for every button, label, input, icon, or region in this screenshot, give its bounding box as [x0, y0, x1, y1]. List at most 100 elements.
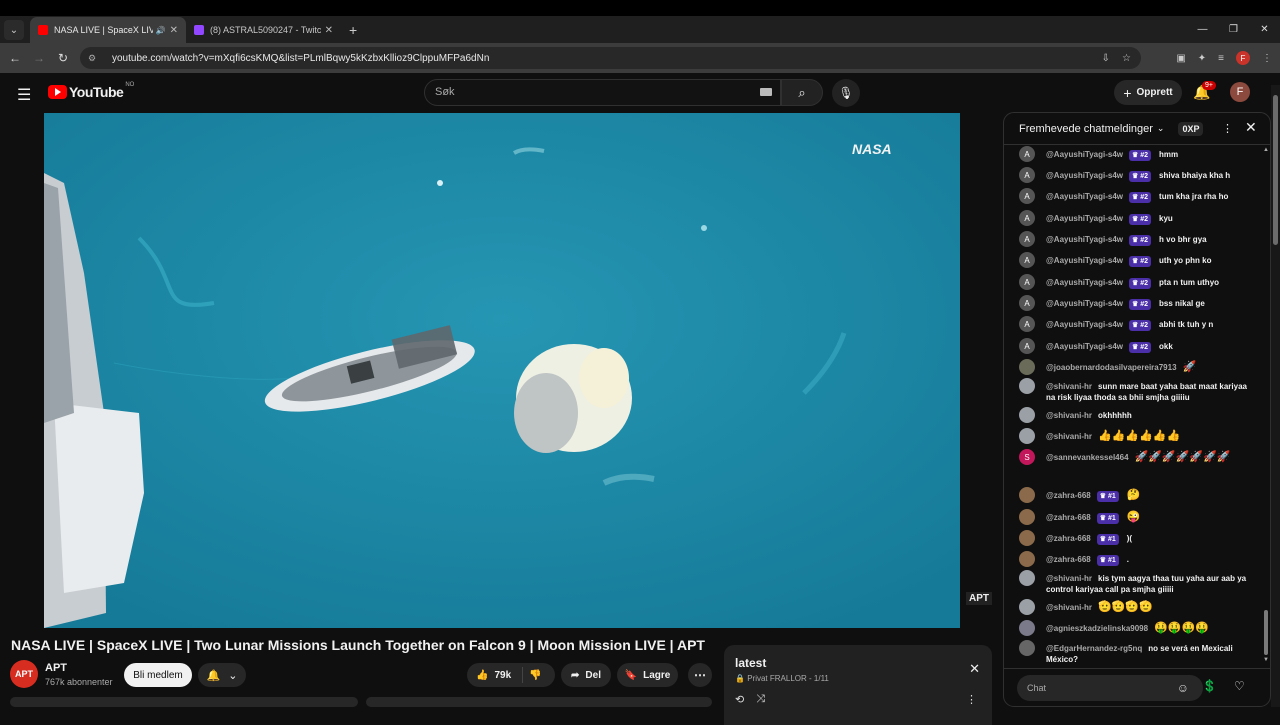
chat-username[interactable]: @shivani-hr [1046, 382, 1092, 391]
video-player[interactable] [44, 113, 960, 628]
chat-message[interactable]: A @AayushiTyagi-s4w ♛ #2 tum kha jra rha ho [1019, 188, 1255, 204]
chat-username[interactable]: @AayushiTyagi-s4w [1046, 192, 1123, 201]
user-avatar[interactable] [1019, 620, 1035, 636]
user-avatar[interactable] [1019, 487, 1035, 503]
page-scrollbar[interactable] [1271, 85, 1280, 707]
description-box[interactable] [10, 697, 358, 707]
media-control-icon[interactable]: ≡ [1218, 53, 1224, 64]
super-chat-icon[interactable]: 💲 [1202, 679, 1217, 693]
user-avatar[interactable]: A [1019, 188, 1035, 204]
user-avatar[interactable]: A [1019, 295, 1035, 311]
close-tab-icon[interactable]: ✕ [170, 25, 178, 36]
notification-settings-button[interactable]: 🔔 ⌄ [198, 663, 246, 687]
xp-badge[interactable]: 0XP [1178, 121, 1204, 136]
save-button[interactable]: 🔖 Lagre [617, 663, 678, 687]
emoji-icon[interactable]: ☺ [1177, 681, 1189, 695]
user-avatar[interactable] [1019, 570, 1035, 586]
chat-username[interactable]: @AayushiTyagi-s4w [1046, 299, 1123, 308]
user-avatar[interactable]: A [1019, 210, 1035, 226]
chat-message[interactable]: A @AayushiTyagi-s4w ♛ #2 okk [1019, 338, 1255, 354]
voice-search-button[interactable]: 🎙 [832, 79, 860, 107]
share-button[interactable]: ➦ Del [561, 663, 611, 687]
forward-button[interactable]: → [27, 51, 51, 65]
user-avatar[interactable]: A [1019, 231, 1035, 247]
create-button[interactable]: + Opprett [1114, 80, 1182, 105]
heart-icon[interactable]: ♡ [1234, 679, 1245, 693]
account-avatar[interactable]: F [1230, 82, 1250, 102]
chat-username[interactable]: @shivani-hr [1046, 432, 1092, 441]
user-avatar[interactable]: A [1019, 274, 1035, 290]
chat-message[interactable]: @shivani-hr okhhhhh [1019, 407, 1255, 423]
chat-username[interactable]: @shivani-hr [1046, 411, 1092, 420]
chat-username[interactable]: @sannevankessel464 [1046, 453, 1129, 462]
tab-search-button[interactable]: ⌄ [4, 20, 24, 40]
extension-icon[interactable]: ▣ [1176, 53, 1185, 64]
chat-message[interactable]: A @AayushiTyagi-s4w ♛ #2 hmm [1019, 146, 1255, 162]
chat-menu-icon[interactable]: ⋮ [1222, 122, 1233, 135]
chat-message[interactable]: A @AayushiTyagi-s4w ♛ #2 shiva bhaiya kha h [1019, 167, 1255, 183]
search-input[interactable]: Søk [424, 79, 781, 106]
chat-message[interactable]: @shivani-hr kis tym aagya thaa tuu yaha a… [1019, 570, 1255, 595]
chevron-down-icon[interactable]: ⌄ [1157, 123, 1165, 134]
url-bar[interactable]: ⚙ youtube.com/watch?v=mXqfi6csKMQ&list=P… [80, 47, 1141, 69]
chat-message[interactable]: @shivani-hr 🫡🫡🫡🫡 [1019, 599, 1255, 615]
join-button[interactable]: Bli medlem [124, 663, 192, 687]
chat-message[interactable]: @shivani-hr 👍👍👍👍👍👍 [1019, 428, 1255, 444]
chat-username[interactable]: @AayushiTyagi-s4w [1046, 150, 1123, 159]
chat-message[interactable]: A @AayushiTyagi-s4w ♛ #2 abhi tk tuh y n [1019, 316, 1255, 332]
chat-message[interactable]: A @AayushiTyagi-s4w ♛ #2 bss nikal ge [1019, 295, 1255, 311]
chat-message-list[interactable]: A @AayushiTyagi-s4w ♛ #2 hmm A @AayushiTyagi-… [1004, 145, 1262, 665]
chat-message[interactable]: @joaobernardodasilvapereira7913 🚀 [1019, 359, 1255, 375]
reload-button[interactable]: ↻ [51, 51, 75, 65]
user-avatar[interactable] [1019, 428, 1035, 444]
chat-message[interactable]: @shivani-hr sunn mare baat yaha baat maat… [1019, 378, 1255, 403]
youtube-logo[interactable]: YouTube NO [48, 82, 134, 100]
thumbs-down-icon[interactable]: 👎 [529, 670, 541, 681]
profile-avatar[interactable]: F [1236, 51, 1250, 65]
chat-message[interactable]: @zahra-668 ♛ #1 😜 [1019, 509, 1255, 525]
chat-message[interactable]: A @AayushiTyagi-s4w ♛ #2 kyu [1019, 210, 1255, 226]
chat-message[interactable]: @zahra-668 ♛ #1)( [1019, 530, 1255, 546]
chat-message[interactable]: @zahra-668 ♛ #1. [1019, 551, 1255, 567]
chat-scrollbar[interactable]: ▲ ▼ [1263, 145, 1269, 675]
chat-username[interactable]: @AayushiTyagi-s4w [1046, 342, 1123, 351]
shuffle-icon[interactable]: ⤨ [756, 693, 765, 706]
tab-twitch[interactable]: (8) ASTRAL5090247 - Twitch ✕ [186, 17, 341, 43]
channel-name[interactable]: APT [45, 662, 67, 674]
user-avatar[interactable]: A [1019, 316, 1035, 332]
chat-message[interactable]: A @AayushiTyagi-s4w ♛ #2 h vo bhr gya [1019, 231, 1255, 247]
user-avatar[interactable]: A [1019, 252, 1035, 268]
user-avatar[interactable]: A [1019, 338, 1035, 354]
chat-username[interactable]: @shivani-hr [1046, 574, 1092, 583]
user-avatar[interactable] [1019, 599, 1035, 615]
scroll-up-icon[interactable]: ▲ [1263, 147, 1269, 153]
user-avatar[interactable] [1019, 551, 1035, 567]
tab-youtube[interactable]: NASA LIVE | SpaceX LIVE | T 🔊 ✕ [30, 17, 186, 43]
loop-icon[interactable]: ⟲ [735, 693, 744, 706]
chat-message[interactable]: S @sannevankessel464 🚀🚀🚀🚀🚀🚀🚀 [1019, 449, 1255, 465]
install-app-icon[interactable]: ⇩ [1102, 53, 1110, 64]
playlist-owner-position[interactable]: FRALLOR - 1/11 [770, 674, 829, 683]
user-avatar[interactable] [1019, 378, 1035, 394]
menu-kebab-icon[interactable]: ⋮ [1262, 53, 1272, 64]
user-avatar[interactable]: A [1019, 167, 1035, 183]
search-button[interactable]: ⌕ [781, 79, 823, 106]
chat-message[interactable]: A @AayushiTyagi-s4w ♛ #2 uth yo phn ko [1019, 252, 1255, 268]
chat-message[interactable]: A @AayushiTyagi-s4w ♛ #2 pta n tum uthyo [1019, 274, 1255, 290]
close-tab-icon[interactable]: ✕ [325, 25, 333, 36]
chat-mode-selector[interactable]: Fremhevede chatmeldinger [1019, 123, 1153, 135]
chat-username[interactable]: @joaobernardodasilvapereira7913 [1046, 363, 1177, 372]
chat-username[interactable]: @AayushiTyagi-s4w [1046, 214, 1123, 223]
new-tab-button[interactable]: + [349, 22, 357, 38]
chat-message[interactable]: @agnieszkadzielinska9098 🤑🤑🤑🤑 [1019, 620, 1255, 636]
chat-message[interactable]: @EdgarHernandez-rg5nq no se verá en Mexic… [1019, 640, 1255, 665]
description-box-2[interactable] [366, 697, 712, 707]
chat-username[interactable]: @EdgarHernandez-rg5nq [1046, 644, 1142, 653]
chat-username[interactable]: @AayushiTyagi-s4w [1046, 320, 1123, 329]
chat-username[interactable]: @zahra-668 [1046, 555, 1091, 564]
hamburger-menu-icon[interactable]: ☰ [17, 85, 31, 105]
user-avatar[interactable] [1019, 407, 1035, 423]
user-avatar[interactable] [1019, 509, 1035, 525]
scroll-down-icon[interactable]: ▼ [1263, 657, 1269, 663]
chat-username[interactable]: @AayushiTyagi-s4w [1046, 235, 1123, 244]
